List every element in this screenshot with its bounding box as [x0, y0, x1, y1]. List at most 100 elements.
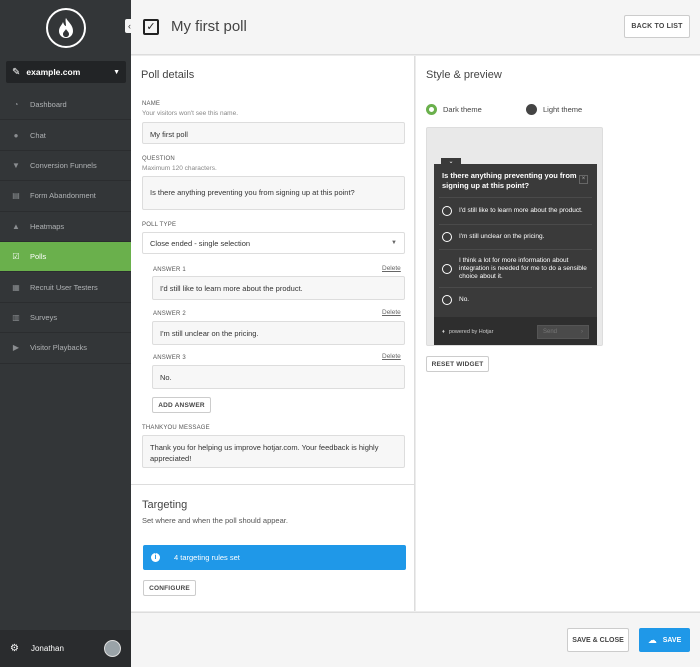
question-hint: Maximum 120 characters.: [142, 165, 217, 172]
delete-answer-link[interactable]: Delete: [382, 353, 401, 360]
answer-label: ANSWER 3: [153, 355, 186, 361]
widget-answer[interactable]: No.: [439, 287, 592, 312]
save-button[interactable]: ☁ SAVE: [639, 628, 690, 652]
dark-theme-option[interactable]: Dark theme: [426, 104, 482, 115]
avatar[interactable]: [104, 640, 121, 657]
poll-type-select[interactable]: Close ended - single selection ▼: [142, 232, 405, 254]
info-icon: i: [151, 553, 160, 562]
poll-details-panel: Poll details NAME Your visitors won't se…: [131, 56, 415, 611]
style-preview-panel: Style & preview Dark theme Light theme ⌄…: [416, 56, 700, 611]
widget-preview: ⌄ Is there anything preventing you from …: [426, 127, 603, 346]
sidebar-item-visitor-playbacks[interactable]: ▶ Visitor Playbacks: [0, 333, 131, 364]
answer-input[interactable]: No.: [152, 365, 405, 389]
back-to-list-button[interactable]: BACK TO LIST: [624, 15, 690, 38]
widget-answer-text: I think a lot for more information about…: [459, 256, 587, 280]
sidebar-item-label: Dashboard: [30, 100, 67, 110]
sidebar-item-chat[interactable]: ● Chat: [0, 120, 131, 151]
targeting-rules-bar: i 4 targeting rules set: [143, 545, 406, 570]
sidebar-item-recruit-user-testers[interactable]: ▦ Recruit User Testers: [0, 272, 131, 303]
radio-icon: [442, 232, 452, 242]
delete-answer-link[interactable]: Delete: [382, 265, 401, 272]
site-selector[interactable]: ✎ example.com ▼: [6, 61, 126, 83]
funnel-icon: ▼: [12, 160, 20, 170]
sidebar-item-form-abandonment[interactable]: ▤ Form Abandonment: [0, 181, 131, 212]
radio-unselected-icon[interactable]: [526, 104, 537, 115]
answer-input[interactable]: I'd still like to learn more about the p…: [152, 276, 405, 300]
sidebar-item-label: Conversion Funnels: [30, 160, 97, 170]
delete-answer-link[interactable]: Delete: [382, 309, 401, 316]
light-theme-option[interactable]: Light theme: [526, 104, 582, 115]
targeting-rules-text: 4 targeting rules set: [174, 553, 240, 562]
answer-input[interactable]: I'm still unclear on the pricing.: [152, 321, 405, 345]
configure-button[interactable]: CONFIGURE: [143, 580, 196, 596]
close-icon[interactable]: ×: [579, 175, 588, 184]
page-footer: SAVE & CLOSE ☁ SAVE: [131, 612, 700, 667]
send-button[interactable]: Send ›: [537, 325, 589, 339]
flame-icon: [58, 18, 73, 38]
hotjar-logo-icon[interactable]: [45, 8, 86, 48]
sidebar: ‹ ✎ example.com ▼ ◔ Dashboard ● Chat ▼ Conver…: [0, 0, 134, 667]
site-name: example.com: [26, 67, 81, 77]
radio-icon: [442, 263, 452, 274]
dark-theme-label: Dark theme: [443, 105, 482, 114]
name-label: NAME: [142, 101, 161, 107]
chat-icon: ●: [13, 130, 19, 140]
save-and-close-button[interactable]: SAVE & CLOSE: [567, 628, 629, 652]
sidebar-item-heatmaps[interactable]: ▲ Heatmaps: [0, 212, 131, 242]
poll-type-value: Close ended - single selection: [150, 238, 251, 248]
sidebar-item-dashboard[interactable]: ◔ Dashboard: [0, 90, 131, 121]
widget-answer[interactable]: I'm still unclear on the pricing.: [439, 224, 592, 249]
question-label: QUESTION: [142, 156, 175, 162]
widget-answer[interactable]: I'd still like to learn more about the p…: [439, 197, 592, 224]
minimize-tab-icon[interactable]: ⌄: [441, 158, 461, 166]
arrow-right-icon: ›: [581, 329, 583, 335]
dashboard-icon: ◔: [13, 100, 19, 110]
section-divider: [131, 484, 415, 485]
widget-answer-text: I'm still unclear on the pricing.: [459, 233, 545, 240]
poll-type-label: POLL TYPE: [142, 222, 177, 228]
targeting-title: Targeting: [142, 499, 188, 511]
widget-question: Is there anything preventing you from si…: [442, 171, 577, 190]
survey-icon: ▥: [12, 312, 20, 322]
logo-area: [0, 0, 131, 56]
thankyou-input[interactable]: Thank you for helping us improve hotjar.…: [142, 435, 405, 468]
sidebar-item-label: Form Abandonment: [30, 191, 96, 201]
question-input[interactable]: Is there anything preventing you from si…: [142, 176, 405, 210]
sidebar-item-label: Polls: [30, 252, 47, 262]
sidebar-item-label: Surveys: [30, 312, 58, 322]
user-name[interactable]: Jonathan: [31, 644, 64, 653]
targeting-description: Set where and when the poll should appea…: [142, 516, 288, 525]
answer-label: ANSWER 2: [153, 311, 186, 317]
radio-icon: [442, 295, 452, 305]
wrench-icon: ✎: [12, 66, 21, 78]
radio-selected-icon[interactable]: [426, 104, 437, 115]
widget-answer[interactable]: I think a lot for more information about…: [439, 249, 592, 287]
widget-answer-text: I'd still like to learn more about the p…: [459, 207, 583, 214]
poll-widget: ⌄ Is there anything preventing you from …: [434, 158, 597, 345]
style-preview-title: Style & preview: [426, 69, 502, 81]
sidebar-nav: ◔ Dashboard ● Chat ▼ Conversion Funnels ▤ Form …: [0, 90, 131, 364]
widget-footer: ♦ powered by Hotjar Send ›: [434, 317, 597, 345]
sidebar-item-conversion-funnels[interactable]: ▼ Conversion Funnels: [0, 151, 131, 182]
gear-icon[interactable]: ⚙: [10, 643, 19, 654]
sidebar-item-label: Chat: [30, 130, 46, 140]
sidebar-item-label: Heatmaps: [30, 221, 65, 231]
reset-widget-button[interactable]: RESET WIDGET: [426, 356, 489, 372]
heatmap-icon: ▲: [12, 221, 20, 231]
widget-answer-text: No.: [459, 296, 470, 303]
thankyou-label: THANKYOU MESSAGE: [142, 425, 210, 431]
name-input[interactable]: My first poll: [142, 122, 405, 144]
add-answer-button[interactable]: ADD ANSWER: [152, 397, 211, 413]
send-label: Send: [543, 329, 558, 335]
sidebar-item-surveys[interactable]: ▥ Surveys: [0, 303, 131, 334]
sidebar-item-polls[interactable]: ☑ Polls: [0, 241, 131, 273]
sidebar-item-label: Visitor Playbacks: [30, 343, 87, 353]
caret-down-icon: ▼: [113, 68, 120, 76]
user-bar: ⚙ Jonathan: [0, 630, 131, 667]
name-hint: Your visitors won't see this name.: [142, 110, 239, 117]
play-icon: ▶: [12, 343, 20, 353]
radio-icon: [442, 206, 452, 216]
poll-icon: ☑: [12, 252, 20, 262]
powered-by-text: powered by Hotjar: [448, 329, 494, 335]
hotjar-small-icon: ♦: [442, 329, 445, 335]
